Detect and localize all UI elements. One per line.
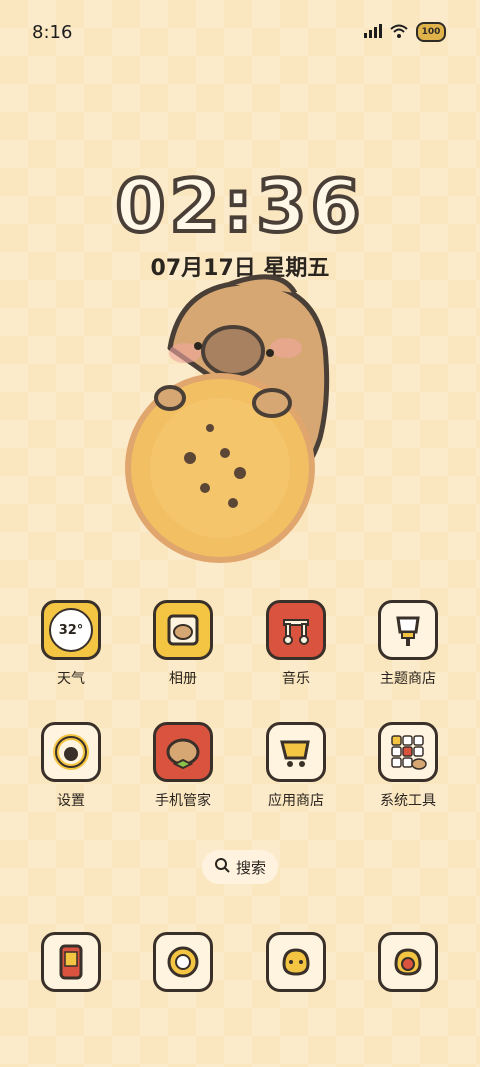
music-icon: [266, 600, 326, 660]
app-theme-store[interactable]: 主题商店: [363, 600, 453, 688]
dock-phone[interactable]: [26, 932, 116, 992]
weather-temperature: 32°: [49, 608, 93, 652]
camera-icon: [153, 932, 213, 992]
app-system-tools[interactable]: 系统工具: [363, 722, 453, 810]
capybara-cookie-illustration: [110, 268, 370, 568]
app-label: 应用商店: [268, 793, 324, 809]
app-label: 相册: [169, 671, 197, 687]
weather-icon: 32°: [41, 600, 101, 660]
search-button[interactable]: 搜索: [202, 850, 278, 884]
app-label: 主题商店: [380, 671, 436, 687]
app-label: 系统工具: [380, 793, 436, 809]
wifi-icon: [390, 23, 408, 42]
app-label: 手机管家: [155, 793, 211, 809]
app-row-1: 32° 天气 相册 音乐 主题商店: [0, 600, 480, 720]
clock-time: 02:36: [113, 162, 365, 250]
app-label: 天气: [57, 671, 85, 687]
app-phone-manager[interactable]: 手机管家: [138, 722, 228, 810]
status-time: 8:16: [32, 22, 73, 43]
dock-browser[interactable]: [363, 932, 453, 992]
search-icon: [214, 857, 230, 877]
lock-clock: 02:36: [90, 162, 390, 250]
dock-camera[interactable]: [138, 932, 228, 992]
app-app-store[interactable]: 应用商店: [251, 722, 341, 810]
phone-icon: [41, 932, 101, 992]
status-bar: 8:16 100: [0, 0, 480, 68]
app-label: 设置: [57, 793, 85, 809]
app-weather[interactable]: 32° 天气: [26, 600, 116, 688]
settings-icon: [41, 722, 101, 782]
battery-icon: 100: [416, 22, 446, 42]
battery-level: 100: [421, 27, 441, 37]
dock-messages[interactable]: [251, 932, 341, 992]
app-settings[interactable]: 设置: [26, 722, 116, 810]
theme-store-icon: [378, 600, 438, 660]
browser-icon: [378, 932, 438, 992]
search-label: 搜索: [235, 858, 266, 877]
messages-icon: [266, 932, 326, 992]
app-store-icon: [266, 722, 326, 782]
gallery-icon: [153, 600, 213, 660]
app-gallery[interactable]: 相册: [138, 600, 228, 688]
app-row-2: 设置 手机管家 应用商店 系统工具: [0, 722, 480, 842]
phone-manager-icon: [153, 722, 213, 782]
status-icons: 100: [364, 22, 446, 42]
signal-icon: [364, 23, 382, 42]
dock: [0, 932, 480, 1002]
system-tools-icon: [378, 722, 438, 782]
app-label: 音乐: [282, 671, 310, 687]
app-music[interactable]: 音乐: [251, 600, 341, 688]
